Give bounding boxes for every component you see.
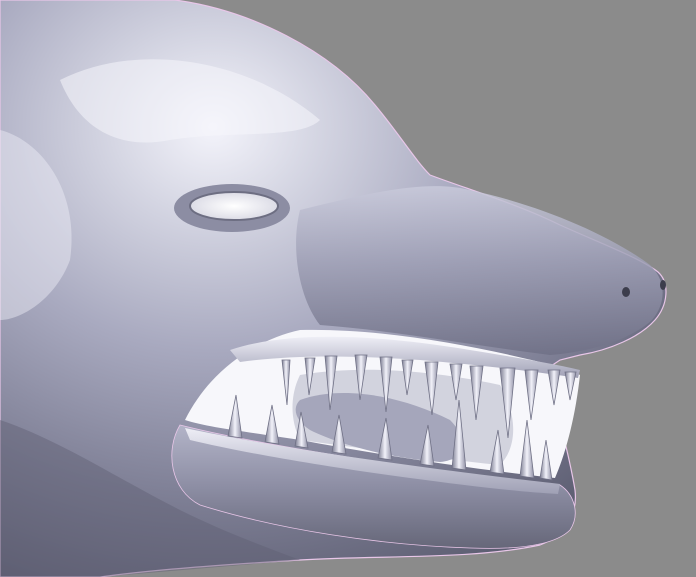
nostril-right (660, 280, 666, 290)
render-canvas (0, 0, 696, 577)
eye (189, 191, 279, 221)
nostril-left (622, 287, 630, 297)
3d-viewport[interactable] (0, 0, 696, 577)
